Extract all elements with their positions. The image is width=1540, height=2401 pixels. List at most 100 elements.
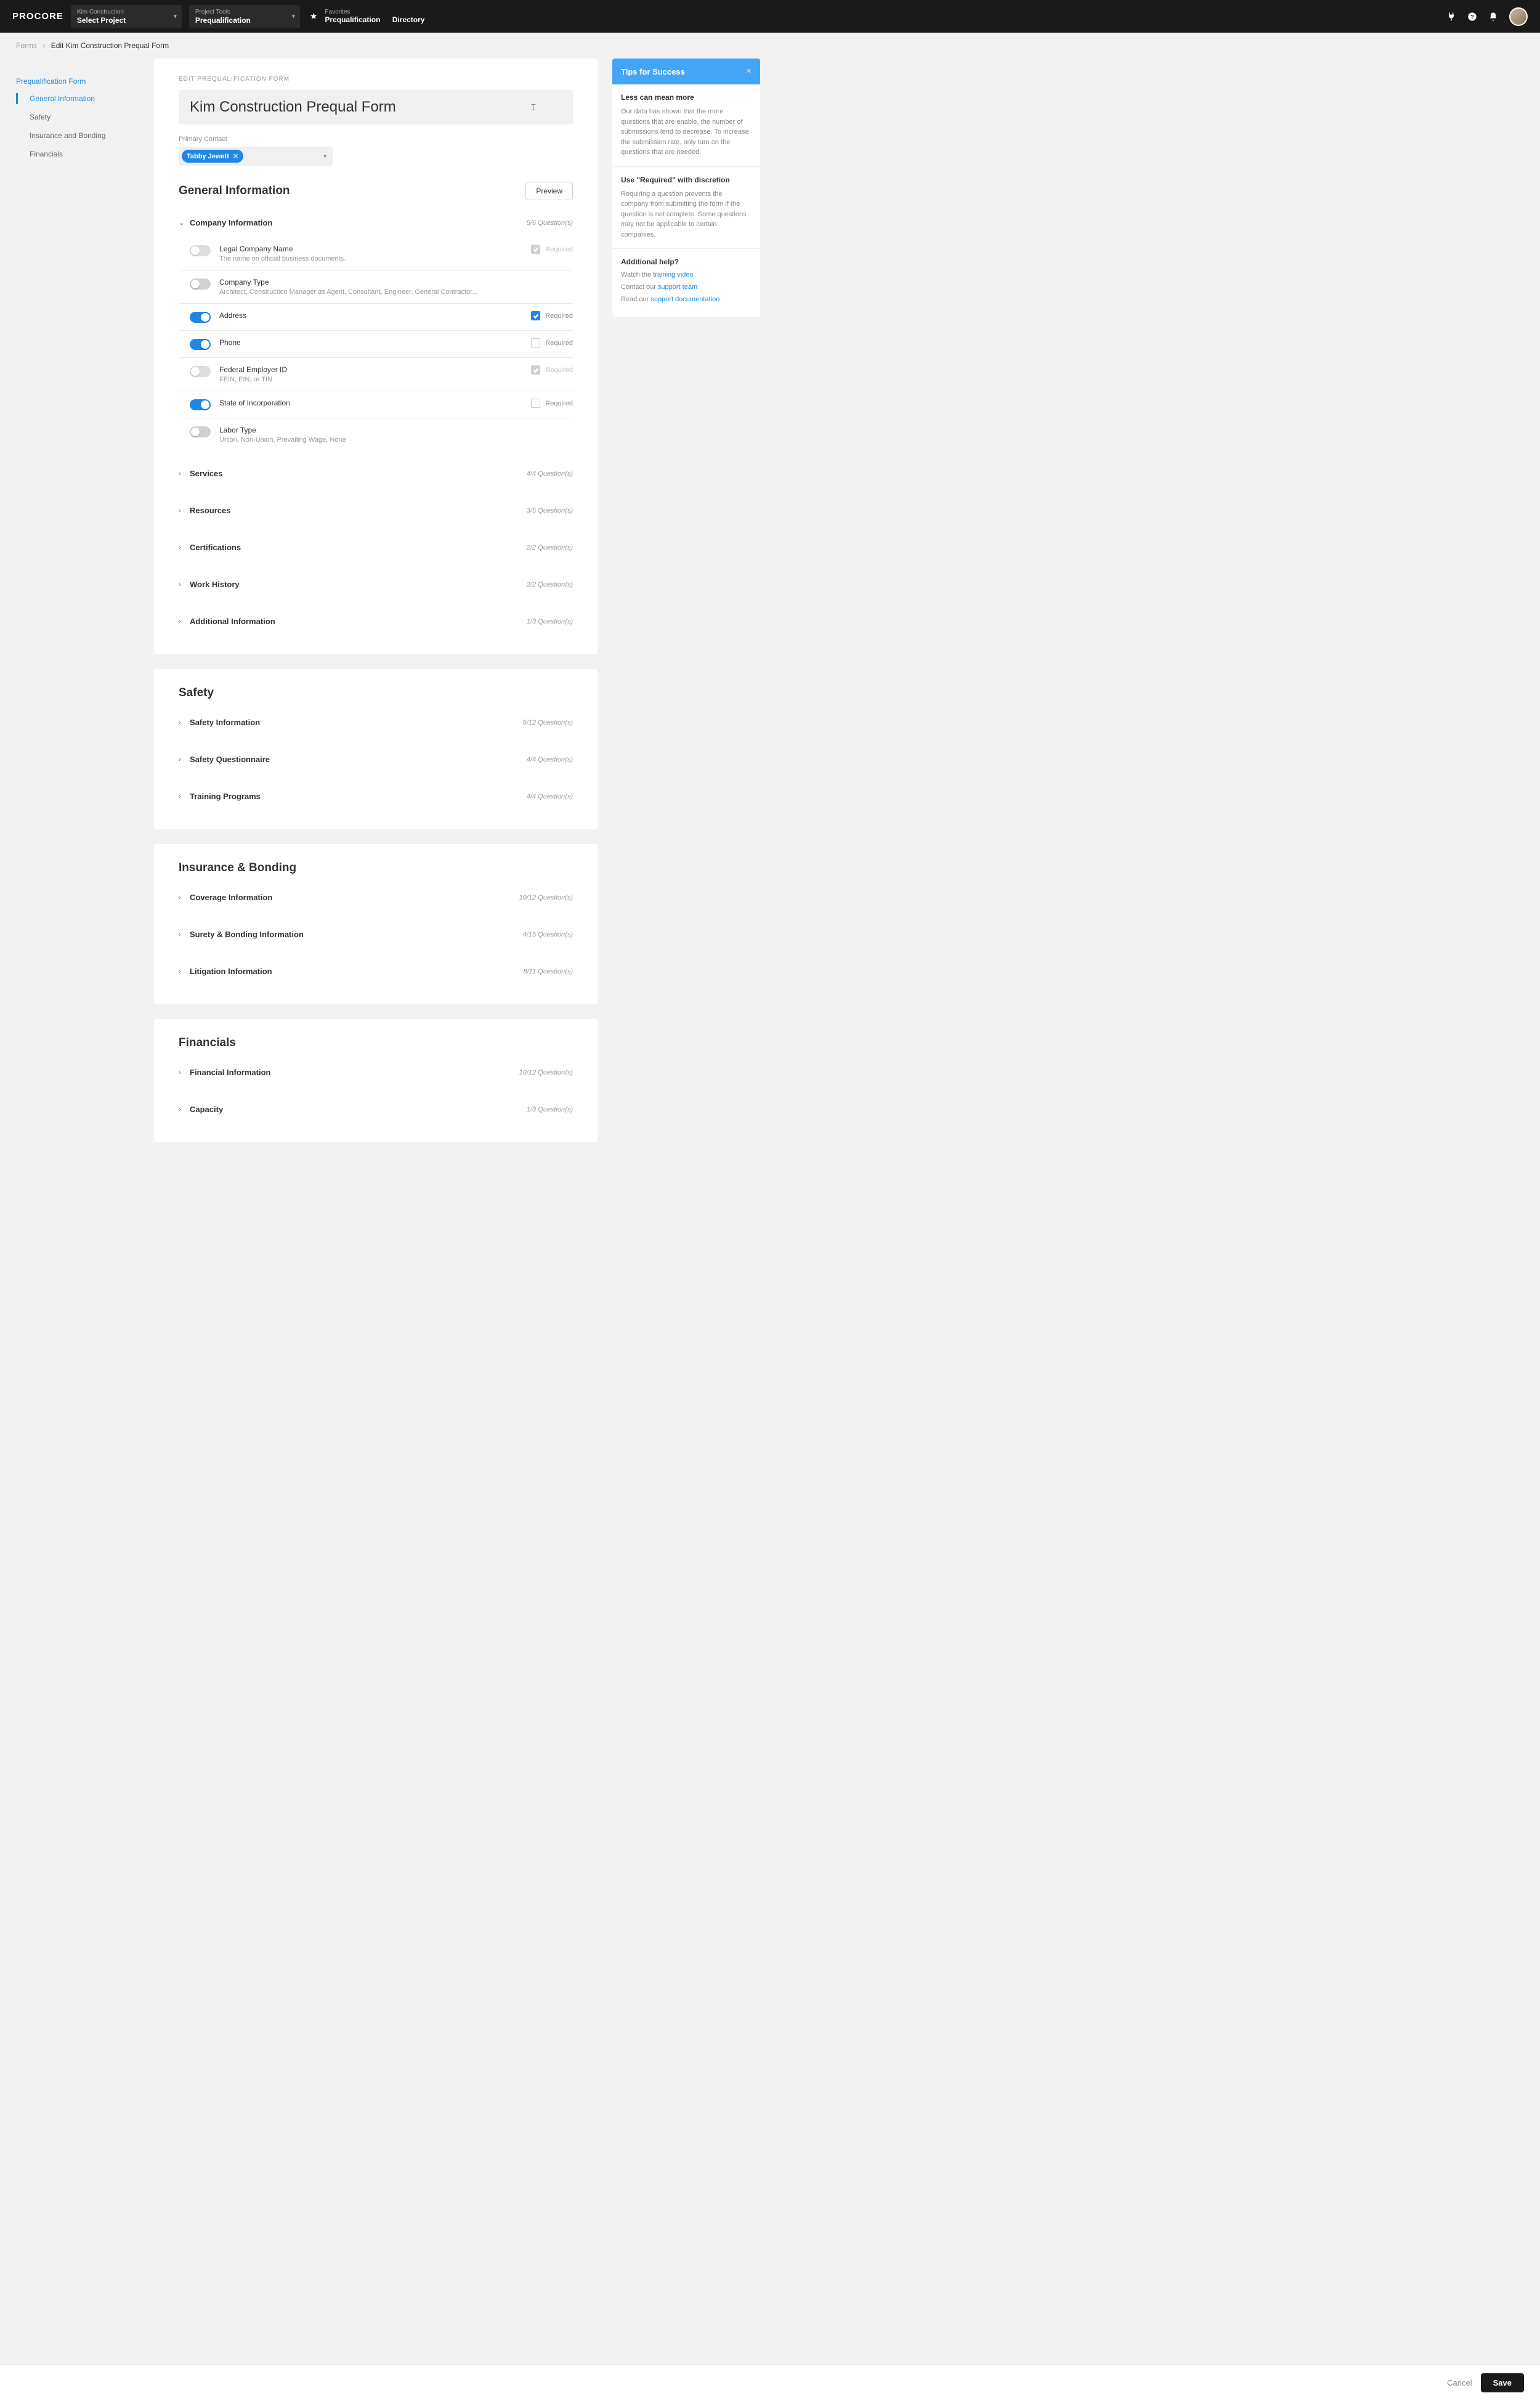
question-toggle [190, 366, 211, 377]
favorites: Favorites Prequalification Directory [325, 9, 434, 24]
breadcrumb: Forms › Edit Kim Construction Prequal Fo… [0, 33, 1540, 59]
group-title: Company Information [190, 218, 527, 227]
group-title: Resources [190, 506, 527, 515]
caret-down-icon: ▾ [292, 13, 295, 20]
training-video-link[interactable]: training video [653, 271, 693, 278]
cancel-button[interactable]: Cancel [1447, 2373, 1472, 2392]
question-toggle[interactable] [190, 339, 211, 350]
chevron-right-icon: › [179, 544, 190, 551]
required-checkbox[interactable] [531, 338, 540, 347]
tools-dropdown-label: Project Tools [195, 9, 284, 16]
bell-icon[interactable] [1488, 12, 1498, 22]
tips-close-icon[interactable]: × [746, 66, 752, 77]
question-toggle[interactable] [190, 399, 211, 410]
tip-1-heading: Less can mean more [621, 93, 752, 102]
chevron-down-icon: ⌄ [179, 219, 190, 227]
question-title: Phone [219, 338, 531, 347]
group-count: 4/4 Question(s) [527, 470, 573, 477]
card-safety: Safety ›Safety Information5/12 Question(… [154, 669, 598, 829]
tips-panel: Tips for Success × Less can mean more Ou… [612, 59, 760, 1157]
chevron-right-icon: › [179, 793, 190, 800]
question-toggle[interactable] [190, 278, 211, 290]
primary-contact-select[interactable]: Tabby Jewett ✕ ▾ [179, 147, 333, 166]
group-header[interactable]: ›Certifications2/2 Question(s) [179, 532, 573, 562]
caret-down-icon: ▾ [174, 13, 177, 20]
project-dropdown[interactable]: Kim Construction Select Project ▾ [71, 5, 182, 28]
star-icon: ★ [310, 11, 318, 22]
contact-chip: Tabby Jewett ✕ [182, 150, 243, 163]
help-icon[interactable]: ? [1467, 12, 1477, 22]
side-nav: Prequalification Form General Informatio… [16, 59, 139, 1157]
question-title: Labor Type [219, 426, 573, 434]
plug-icon[interactable] [1446, 12, 1456, 22]
group-title: Services [190, 469, 527, 478]
sidenav-item-safety[interactable]: Safety [16, 108, 139, 126]
group-header[interactable]: ›Work History2/2 Question(s) [179, 569, 573, 599]
required-checkbox[interactable] [531, 399, 540, 408]
group-count: 1/3 Question(s) [527, 1106, 573, 1113]
group-count: 10/12 Question(s) [519, 1069, 573, 1076]
required-checkbox[interactable] [531, 311, 540, 320]
chevron-right-icon: › [179, 719, 190, 726]
group-header[interactable]: ›Litigation Information8/11 Question(s) [179, 956, 573, 986]
group-count: 4/4 Question(s) [527, 793, 573, 800]
sidenav-top[interactable]: Prequalification Form [16, 72, 139, 89]
sidenav-item-financials[interactable]: Financials [16, 145, 139, 163]
group-header[interactable]: ›Capacity1/3 Question(s) [179, 1094, 573, 1124]
question-row: Legal Company Name The name on official b… [179, 237, 573, 270]
support-docs-link[interactable]: support documentation [650, 296, 719, 303]
question-subtitle: The name on official business documents. [219, 255, 531, 262]
main-content: EDIT PREQUALIFICATION FORM ⌶ Primary Con… [154, 59, 598, 1157]
section-title-insurance: Insurance & Bonding [179, 861, 573, 875]
caret-down-icon: ▾ [323, 153, 326, 160]
group-title: Certifications [190, 543, 527, 552]
group-title: Work History [190, 580, 527, 589]
fav-link-prequalification[interactable]: Prequalification [325, 15, 380, 24]
group-header[interactable]: ›Financial Information10/12 Question(s) [179, 1057, 573, 1087]
group-header[interactable]: ›Services4/4 Question(s) [179, 458, 573, 488]
group-count: 2/2 Question(s) [527, 544, 573, 551]
primary-contact-label: Primary Contact [179, 136, 573, 143]
group-header[interactable]: ›Additional Information1/3 Question(s) [179, 606, 573, 636]
group-header[interactable]: ›Training Programs4/4 Question(s) [179, 781, 573, 811]
footer-bar: Cancel Save [0, 2364, 1540, 2401]
required-checkbox [531, 245, 540, 254]
save-button[interactable]: Save [1481, 2373, 1524, 2392]
question-title: Legal Company Name [219, 245, 531, 253]
group-header[interactable]: ›Safety Questionnaire4/4 Question(s) [179, 744, 573, 774]
group-count: 5/6 Question(s) [527, 219, 573, 227]
section-title-financials: Financials [179, 1036, 573, 1050]
group-header[interactable]: ⌄Company Information5/6 Question(s) [179, 208, 573, 237]
question-toggle[interactable] [190, 312, 211, 323]
tools-dropdown[interactable]: Project Tools Prequalification ▾ [189, 5, 300, 28]
question-title: Address [219, 311, 531, 320]
logo: PROCORE [12, 11, 63, 22]
sidenav-item-general[interactable]: General Information [16, 89, 139, 108]
project-dropdown-value: Select Project [77, 16, 166, 25]
group-header[interactable]: ›Surety & Bonding Information4/15 Questi… [179, 919, 573, 949]
question-row: AddressRequired [179, 304, 573, 331]
preview-button[interactable]: Preview [525, 182, 573, 200]
tip-2-heading: Use "Required" with discretion [621, 176, 752, 184]
favorites-label: Favorites [325, 9, 434, 15]
tip-link-1: Watch the training video [621, 271, 752, 278]
avatar[interactable] [1509, 7, 1528, 26]
question-toggle[interactable] [190, 426, 211, 437]
group-header[interactable]: ›Resources3/5 Question(s) [179, 495, 573, 525]
form-title-input[interactable] [179, 90, 573, 124]
group-header[interactable]: ›Safety Information5/12 Question(s) [179, 707, 573, 737]
support-team-link[interactable]: support team [658, 283, 697, 291]
chevron-right-icon: › [179, 1069, 190, 1076]
chevron-right-icon: › [179, 756, 190, 763]
required-label: Required [545, 367, 573, 374]
sidenav-item-insurance[interactable]: Insurance and Bonding [16, 126, 139, 145]
question-subtitle: FEIN, EIN, or TIN [219, 376, 531, 383]
breadcrumb-root[interactable]: Forms [16, 41, 37, 50]
section-title-general: General Information [179, 184, 290, 198]
tips-header: Tips for Success × [612, 59, 760, 84]
required-label: Required [545, 339, 573, 347]
fav-link-directory[interactable]: Directory [392, 15, 425, 24]
chip-remove-icon[interactable]: ✕ [233, 152, 238, 160]
chevron-right-icon: › [179, 618, 190, 625]
group-header[interactable]: ›Coverage Information10/12 Question(s) [179, 882, 573, 912]
